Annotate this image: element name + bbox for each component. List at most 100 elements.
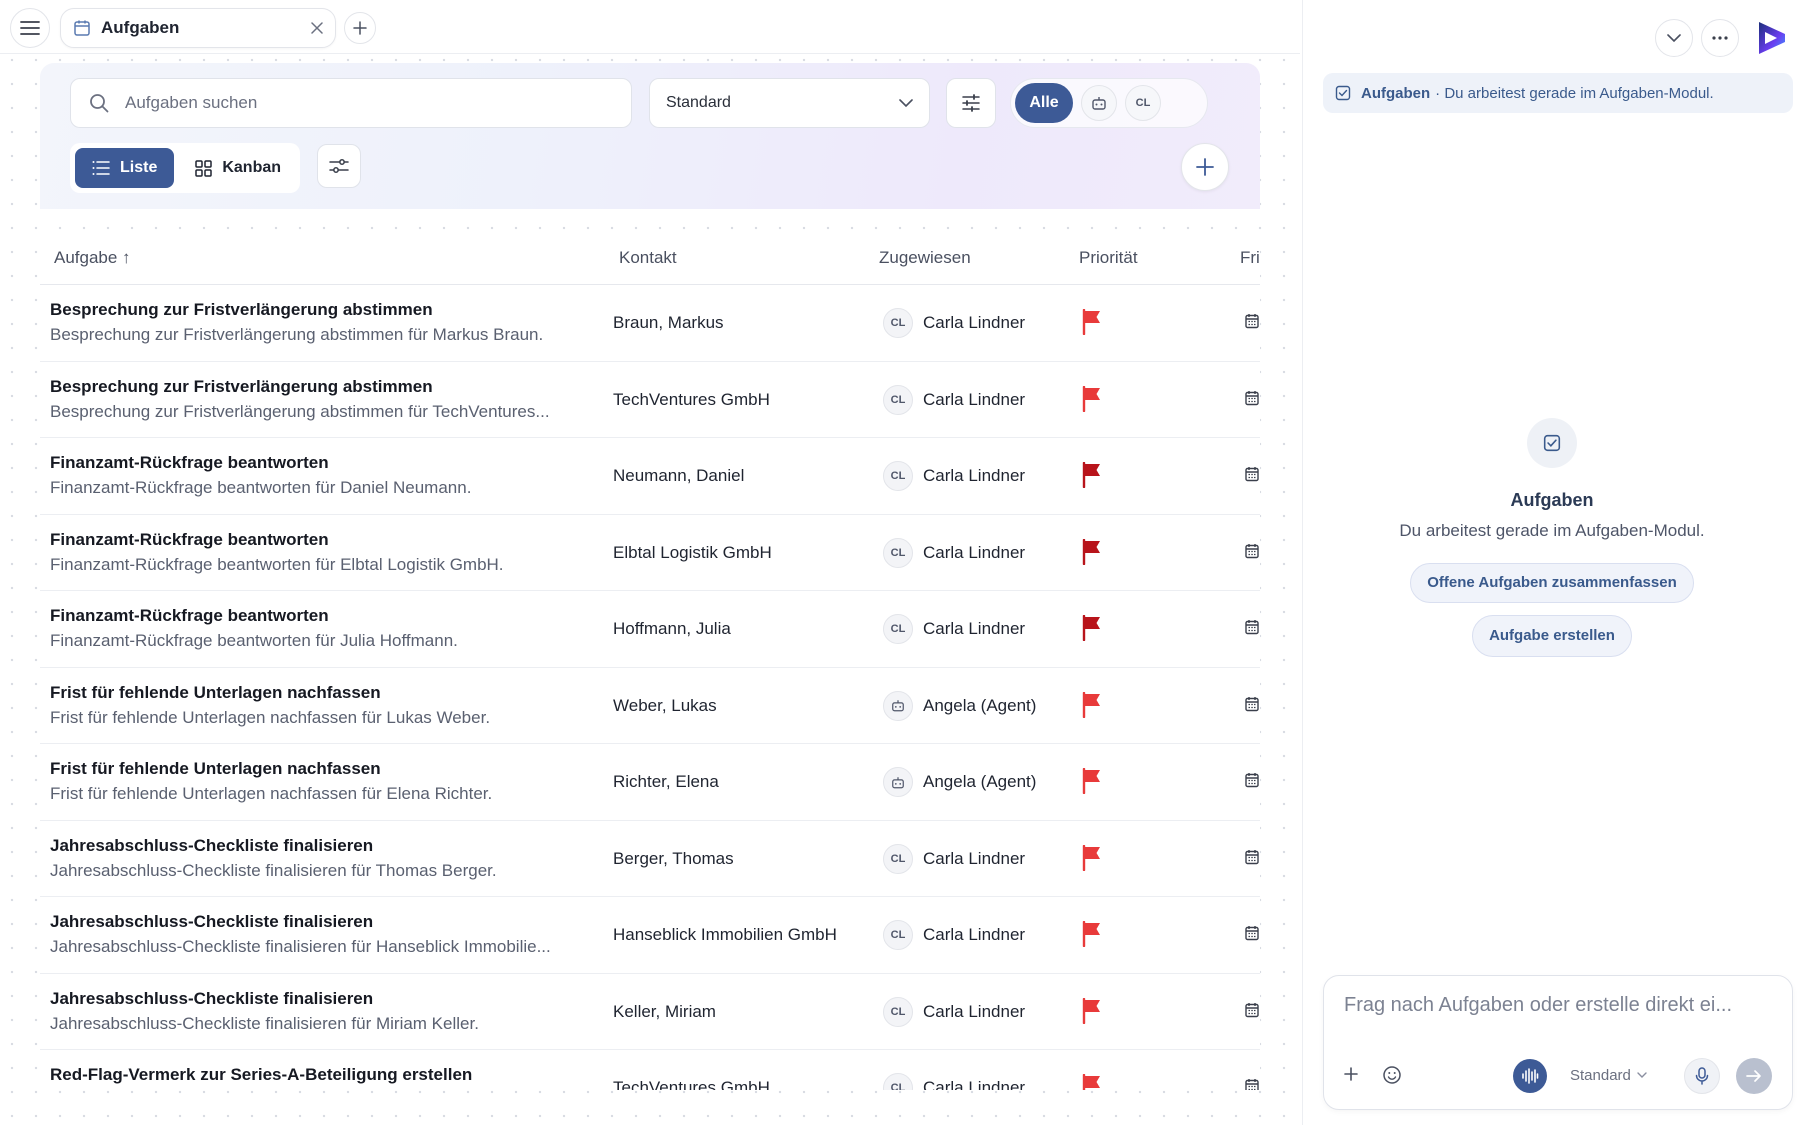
table-row[interactable]: Finanzamt-Rückfrage beantworten Finanzam… bbox=[40, 515, 1260, 591]
suggestion-summarize-button[interactable]: Offene Aufgaben zusammenfassen bbox=[1410, 563, 1694, 603]
calendar-icon[interactable] bbox=[1245, 849, 1259, 865]
segment-user[interactable]: CL bbox=[1125, 85, 1161, 121]
calendar-icon[interactable] bbox=[1245, 619, 1259, 635]
view-preset-select[interactable]: Standard bbox=[649, 78, 930, 128]
task-assignee[interactable]: Carla Lindner bbox=[923, 1002, 1025, 1022]
task-assignee[interactable]: Angela (Agent) bbox=[923, 696, 1036, 716]
task-assignee[interactable]: Carla Lindner bbox=[923, 466, 1025, 486]
priority-flag-icon[interactable] bbox=[1081, 691, 1103, 718]
close-icon[interactable] bbox=[311, 22, 323, 34]
task-contact[interactable]: Braun, Markus bbox=[613, 313, 724, 333]
task-title[interactable]: Frist für fehlende Unterlagen nachfassen bbox=[50, 683, 381, 703]
calendar-icon[interactable] bbox=[1245, 696, 1259, 712]
suggestion-create-button[interactable]: Aufgabe erstellen bbox=[1472, 615, 1632, 657]
task-assignee[interactable]: Carla Lindner bbox=[923, 313, 1025, 333]
more-options-button[interactable] bbox=[1701, 19, 1739, 57]
task-contact[interactable]: Hanseblick Immobilien GmbH bbox=[613, 925, 837, 945]
table-row[interactable]: Finanzamt-Rückfrage beantworten Finanzam… bbox=[40, 438, 1260, 515]
task-title[interactable]: Finanzamt-Rückfrage beantworten bbox=[50, 453, 329, 473]
view-list-button[interactable]: Liste bbox=[75, 148, 175, 188]
tab-label: Aufgaben bbox=[101, 18, 180, 37]
task-assignee[interactable]: Carla Lindner bbox=[923, 1078, 1025, 1090]
task-contact[interactable]: Richter, Elena bbox=[613, 772, 719, 792]
priority-flag-icon[interactable] bbox=[1081, 768, 1103, 794]
task-contact[interactable]: Keller, Miriam bbox=[613, 1002, 716, 1022]
priority-flag-icon[interactable] bbox=[1081, 462, 1103, 488]
task-contact[interactable]: Weber, Lukas bbox=[613, 696, 717, 716]
model-select[interactable]: Standard bbox=[1570, 1067, 1647, 1084]
task-contact[interactable]: TechVentures GmbH bbox=[613, 1078, 770, 1090]
table-row[interactable]: Red-Flag-Vermerk zur Series-A-Beteiligun… bbox=[40, 1050, 1260, 1090]
priority-flag-icon[interactable] bbox=[1081, 921, 1103, 947]
priority-flag-icon[interactable] bbox=[1081, 538, 1103, 565]
priority-flag-icon[interactable] bbox=[1081, 309, 1103, 335]
column-settings-button[interactable] bbox=[317, 144, 361, 188]
header-contact[interactable]: Kontakt bbox=[619, 248, 677, 268]
task-assignee[interactable]: Carla Lindner bbox=[923, 849, 1025, 869]
table-row[interactable]: Frist für fehlende Unterlagen nachfassen… bbox=[40, 744, 1260, 821]
tab-aufgaben[interactable]: Aufgaben bbox=[60, 8, 336, 48]
segment-agent[interactable] bbox=[1081, 85, 1117, 121]
task-title[interactable]: Finanzamt-Rückfrage beantworten bbox=[50, 606, 329, 626]
priority-flag-icon[interactable] bbox=[1081, 385, 1103, 412]
table-row[interactable]: Jahresabschluss-Checkliste finalisieren … bbox=[40, 897, 1260, 974]
voice-mode-button[interactable] bbox=[1513, 1059, 1547, 1093]
task-title[interactable]: Jahresabschluss-Checkliste finalisieren bbox=[50, 836, 373, 856]
table-row[interactable]: Jahresabschluss-Checkliste finalisieren … bbox=[40, 821, 1260, 897]
menu-button[interactable] bbox=[10, 8, 50, 48]
calendar-icon[interactable] bbox=[1245, 466, 1259, 482]
collapse-button[interactable] bbox=[1655, 19, 1693, 57]
add-task-button[interactable] bbox=[1181, 143, 1229, 191]
new-tab-button[interactable] bbox=[344, 12, 376, 44]
segment-all[interactable]: Alle bbox=[1015, 83, 1073, 123]
filter-settings-button[interactable] bbox=[946, 78, 996, 128]
task-title[interactable]: Jahresabschluss-Checkliste finalisieren bbox=[50, 912, 373, 932]
header-assigned[interactable]: Zugewiesen bbox=[879, 248, 971, 268]
task-assignee[interactable]: Carla Lindner bbox=[923, 925, 1025, 945]
task-contact[interactable]: Elbtal Logistik GmbH bbox=[613, 543, 772, 563]
header-priority[interactable]: Priorität bbox=[1079, 248, 1138, 268]
task-contact[interactable]: Hoffmann, Julia bbox=[613, 619, 731, 639]
task-title[interactable]: Besprechung zur Fristverlängerung abstim… bbox=[50, 377, 433, 397]
microphone-button[interactable] bbox=[1684, 1058, 1720, 1094]
calendar-icon[interactable] bbox=[1245, 1002, 1259, 1018]
table-row[interactable]: Jahresabschluss-Checkliste finalisieren … bbox=[40, 974, 1260, 1050]
task-title[interactable]: Besprechung zur Fristverlängerung abstim… bbox=[50, 300, 433, 320]
view-kanban-button[interactable]: Kanban bbox=[178, 148, 298, 188]
search-box[interactable] bbox=[70, 78, 632, 128]
task-title[interactable]: Jahresabschluss-Checkliste finalisieren bbox=[50, 989, 373, 1009]
table-row[interactable]: Finanzamt-Rückfrage beantworten Finanzam… bbox=[40, 591, 1260, 668]
header-due[interactable]: Fri bbox=[1240, 248, 1260, 268]
calendar-icon[interactable] bbox=[1245, 313, 1259, 329]
task-assignee[interactable]: Angela (Agent) bbox=[923, 772, 1036, 792]
calendar-icon[interactable] bbox=[1245, 390, 1259, 406]
chat-input[interactable] bbox=[1344, 994, 1774, 1028]
priority-flag-icon[interactable] bbox=[1081, 615, 1103, 641]
task-contact[interactable]: Berger, Thomas bbox=[613, 849, 734, 869]
attach-plus-icon[interactable] bbox=[1342, 1065, 1360, 1083]
priority-flag-icon[interactable] bbox=[1081, 1074, 1103, 1090]
table-row[interactable]: Besprechung zur Fristverlängerung abstim… bbox=[40, 362, 1260, 438]
priority-flag-icon[interactable] bbox=[1081, 844, 1103, 871]
task-contact[interactable]: Neumann, Daniel bbox=[613, 466, 744, 486]
table-row[interactable]: Besprechung zur Fristverlängerung abstim… bbox=[40, 285, 1260, 362]
task-title[interactable]: Finanzamt-Rückfrage beantworten bbox=[50, 530, 329, 550]
calendar-icon[interactable] bbox=[1245, 543, 1259, 559]
task-title[interactable]: Red-Flag-Vermerk zur Series-A-Beteiligun… bbox=[50, 1065, 472, 1085]
calendar-icon[interactable] bbox=[1245, 925, 1259, 941]
calendar-icon[interactable] bbox=[1245, 772, 1259, 788]
send-button[interactable] bbox=[1736, 1058, 1772, 1094]
task-assignee[interactable]: Carla Lindner bbox=[923, 543, 1025, 563]
task-description: Jahresabschluss-Checkliste finalisieren … bbox=[50, 1013, 479, 1033]
task-assignee[interactable]: Carla Lindner bbox=[923, 619, 1025, 639]
priority-flag-icon[interactable] bbox=[1081, 997, 1103, 1024]
header-task[interactable]: Aufgabe ↑ bbox=[54, 248, 131, 268]
task-description: Jahresabschluss-Checkliste finalisieren … bbox=[50, 860, 497, 880]
emoji-icon[interactable] bbox=[1382, 1065, 1402, 1085]
task-contact[interactable]: TechVentures GmbH bbox=[613, 390, 770, 410]
search-input[interactable] bbox=[125, 93, 605, 113]
task-title[interactable]: Frist für fehlende Unterlagen nachfassen bbox=[50, 759, 381, 779]
calendar-icon[interactable] bbox=[1245, 1078, 1259, 1090]
task-assignee[interactable]: Carla Lindner bbox=[923, 390, 1025, 410]
table-row[interactable]: Frist für fehlende Unterlagen nachfassen… bbox=[40, 668, 1260, 744]
